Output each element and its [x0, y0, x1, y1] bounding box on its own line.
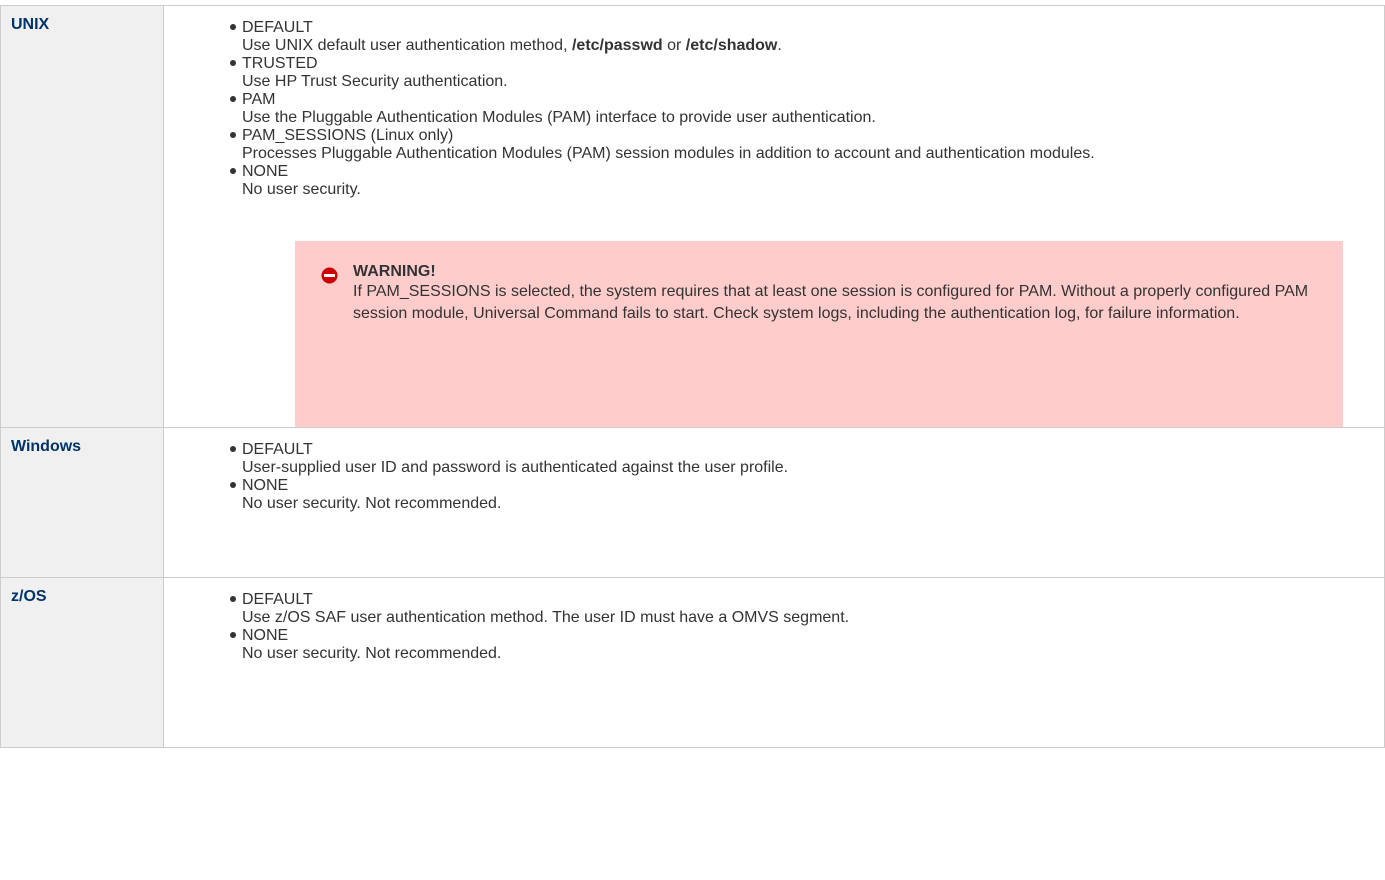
warning-text: If PAM_SESSIONS is selected, the system … [353, 283, 1309, 322]
table-row-windows: Windows DEFAULT User-supplied user ID an… [0, 427, 1385, 578]
option-name: DEFAULT [242, 591, 313, 608]
list-item: DEFAULT User-supplied user ID and passwo… [230, 441, 1384, 477]
list-item: NONE No user security. Not recommended. [230, 477, 1384, 513]
warning-title: WARNING! [353, 263, 436, 280]
stop-icon [321, 267, 338, 284]
option-description: User-supplied user ID and password is au… [242, 459, 789, 476]
option-name: DEFAULT [242, 441, 313, 458]
list-item: PAM_SESSIONS (Linux only) Processes Plug… [230, 127, 1384, 163]
option-name: PAM [242, 91, 276, 108]
option-list: DEFAULT User-supplied user ID and passwo… [164, 441, 1384, 513]
row-header-cell: UNIX [0, 5, 164, 428]
row-header: UNIX [11, 16, 50, 33]
option-description: Use UNIX default user authentication met… [242, 37, 782, 54]
list-item: TRUSTED Use HP Trust Security authentica… [230, 55, 1384, 91]
row-body-cell: DEFAULT User-supplied user ID and passwo… [163, 427, 1385, 578]
option-name: NONE [242, 477, 289, 494]
option-description: Processes Pluggable Authentication Modul… [242, 145, 1095, 162]
option-description: No user security. [242, 181, 361, 198]
list-item: DEFAULT Use z/OS SAF user authentication… [230, 591, 1384, 627]
table-row-zos: z/OS DEFAULT Use z/OS SAF user authentic… [0, 577, 1385, 748]
row-header-cell: Windows [0, 427, 164, 578]
option-description: Use HP Trust Security authentication. [242, 73, 508, 90]
row-header-cell: z/OS [0, 577, 164, 748]
warning-panel: WARNING! If PAM_SESSIONS is selected, th… [295, 241, 1343, 427]
option-name: NONE [242, 163, 289, 180]
option-description: Use z/OS SAF user authentication method.… [242, 609, 850, 626]
row-header: z/OS [11, 588, 47, 605]
security-options-table: UNIX DEFAULT Use UNIX default user authe… [0, 5, 1385, 748]
table-row-unix: UNIX DEFAULT Use UNIX default user authe… [0, 5, 1385, 428]
option-name: PAM_SESSIONS (Linux only) [242, 127, 454, 144]
option-list: DEFAULT Use UNIX default user authentica… [164, 19, 1384, 199]
row-body-cell: DEFAULT Use z/OS SAF user authentication… [163, 577, 1385, 748]
option-name: DEFAULT [242, 19, 313, 36]
option-list: DEFAULT Use z/OS SAF user authentication… [164, 591, 1384, 663]
row-header: Windows [11, 438, 82, 455]
option-name: NONE [242, 627, 289, 644]
list-item: NONE No user security. Not recommended. [230, 627, 1384, 663]
option-name: TRUSTED [242, 55, 318, 72]
row-body-cell: DEFAULT Use UNIX default user authentica… [163, 5, 1385, 428]
list-item: PAM Use the Pluggable Authentication Mod… [230, 91, 1384, 127]
option-description: No user security. Not recommended. [242, 495, 502, 512]
list-item: NONE No user security. [230, 163, 1384, 199]
option-description: Use the Pluggable Authentication Modules… [242, 109, 876, 126]
list-item: DEFAULT Use UNIX default user authentica… [230, 19, 1384, 55]
option-description: No user security. Not recommended. [242, 645, 502, 662]
